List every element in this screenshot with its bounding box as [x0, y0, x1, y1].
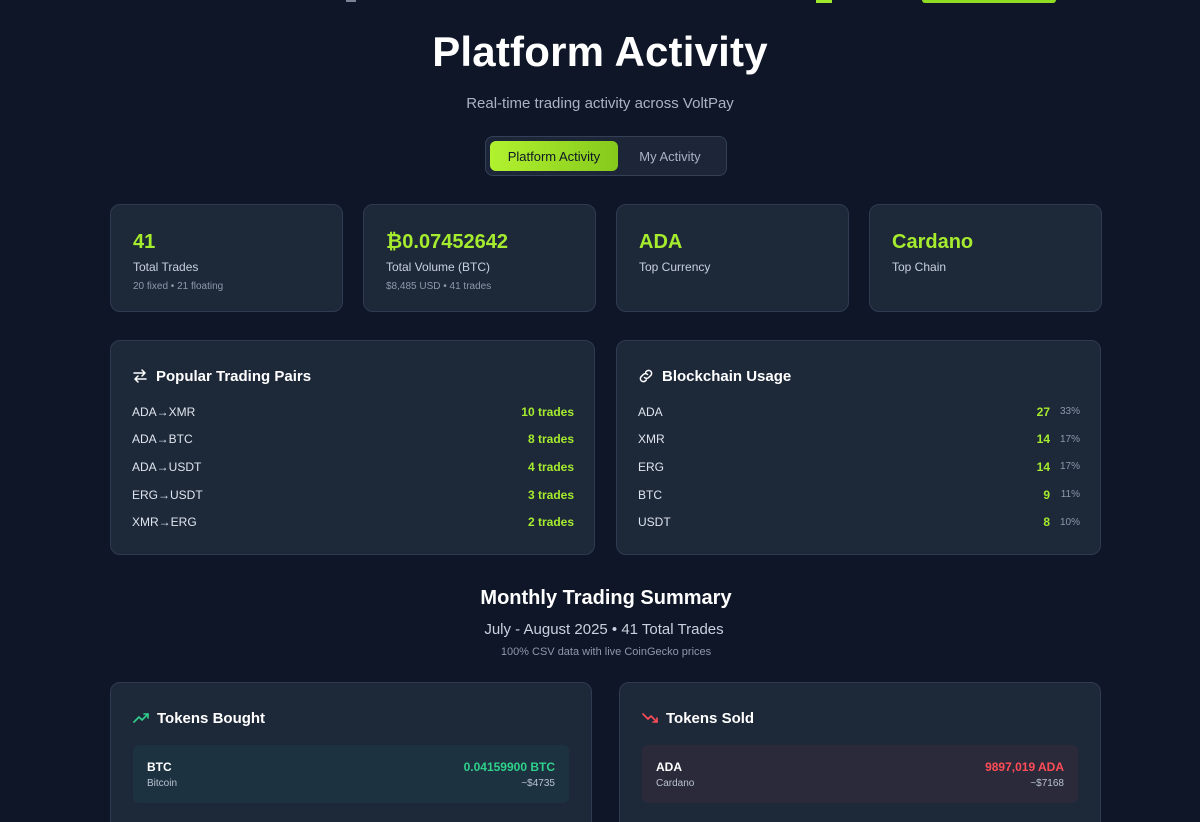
chain-percent: 11% — [1060, 489, 1080, 501]
token-usd: ~$4735 — [521, 777, 555, 789]
tokens-bought-panel: Tokens Bought BTC Bitcoin 0.04159900 BTC… — [110, 682, 592, 822]
stat-label: Total Volume (BTC) — [386, 260, 491, 274]
section-subtitle: July - August 2025 • 41 Total Trades — [484, 621, 724, 638]
list-item: XMR→ERG 2 trades — [132, 508, 574, 536]
stat-label: Top Chain — [892, 260, 947, 274]
pair-count: 4 trades — [527, 459, 574, 474]
list-item: USDT 8 10% — [638, 508, 1080, 536]
pair-count: 10 trades — [521, 404, 574, 419]
chain-label: BTC — [638, 487, 662, 502]
stat-card-total-trades: 41 Total Trades 20 fixed • 21 floating — [110, 204, 343, 312]
list-item: BTC 9 11% — [638, 481, 1080, 509]
blockchain-usage-panel: Blockchain Usage ADA 27 33% XMR 14 17% ERG 14… — [616, 340, 1101, 555]
list-item: ADA→XMR 10 trades — [132, 398, 574, 426]
swap-icon — [132, 368, 148, 384]
page-title: Platform Activity — [432, 28, 768, 75]
chain-count: 14 — [1036, 432, 1050, 447]
tab-my-activity[interactable]: My Activity — [618, 141, 722, 171]
tab-platform-activity[interactable]: Platform Activity — [490, 141, 618, 171]
stat-value: 41 — [133, 231, 156, 253]
section-title: Monthly Trading Summary — [480, 587, 732, 609]
token-usd: ~$7168 — [1030, 777, 1064, 789]
token-symbol: ADA — [656, 759, 682, 774]
stat-label: Total Trades — [133, 260, 199, 274]
stat-card-top-currency: ADA Top Currency — [616, 204, 849, 312]
chain-percent: 33% — [1059, 406, 1080, 418]
stat-sub: $8,485 USD • 41 trades — [386, 281, 492, 292]
tokens-sold-panel: Tokens Sold ADA Cardano 9897,019 ADA ~$7… — [619, 682, 1101, 822]
list-item: ERG→USDT 3 trades — [132, 481, 574, 509]
panel-title: Blockchain Usage — [662, 367, 792, 385]
chain-count: 8 — [1043, 515, 1050, 530]
pair-count: 3 trades — [527, 487, 574, 502]
list-item: ADA→USDT 4 trades — [132, 453, 574, 481]
stat-label: Top Currency — [639, 260, 711, 274]
chain-percent: 17% — [1059, 433, 1080, 445]
token-symbol: BTC — [147, 759, 172, 774]
chain-count: 27 — [1036, 404, 1050, 419]
stat-value: ₿0.07452642 — [386, 231, 508, 253]
panel-title: Popular Trading Pairs — [156, 367, 312, 385]
page-subtitle: Real-time trading activity across VoltPa… — [466, 95, 734, 112]
chain-percent: 17% — [1059, 461, 1080, 473]
stat-value: Cardano — [892, 231, 974, 253]
stat-card-total-volume: ₿0.07452642 Total Volume (BTC) $8,485 US… — [363, 204, 596, 312]
token-row: ADA Cardano 9897,019 ADA ~$7168 — [642, 745, 1078, 803]
list-item: ADA→BTC 8 trades — [132, 426, 574, 454]
chain-label: USDT — [638, 515, 671, 530]
stat-value: ADA — [639, 231, 683, 253]
list-item: XMR 14 17% — [638, 426, 1080, 454]
chain-count: 14 — [1036, 459, 1050, 474]
pair-count: 8 trades — [527, 432, 574, 447]
token-name: Bitcoin — [147, 777, 178, 789]
pair-label: ADA→XMR — [132, 404, 196, 419]
list-item: ADA 27 33% — [638, 398, 1080, 426]
pair-label: ERG→USDT — [132, 487, 203, 502]
chain-percent: 10% — [1059, 516, 1080, 528]
stat-card-top-chain: Cardano Top Chain — [869, 204, 1102, 312]
panel-title: Tokens Sold — [666, 709, 755, 727]
stat-sub: 20 fixed • 21 floating — [133, 281, 224, 292]
panel-title: Tokens Bought — [157, 709, 266, 727]
pair-label: ADA→BTC — [132, 432, 193, 447]
token-amount: 9897,019 ADA — [985, 759, 1064, 774]
trending-up-icon — [133, 710, 149, 726]
chain-label: ERG — [638, 459, 665, 474]
popular-trading-pairs-panel: Popular Trading Pairs ADA→XMR 10 trades A… — [110, 340, 595, 555]
token-name: Cardano — [656, 777, 695, 789]
list-item: ERG 14 17% — [638, 453, 1080, 481]
trending-down-icon — [642, 710, 658, 726]
nav-fragment — [346, 0, 356, 2]
token-row: BTC Bitcoin 0.04159900 BTC ~$4735 — [133, 745, 569, 803]
nav-button-fragment[interactable] — [922, 0, 1056, 3]
chain-count: 9 — [1043, 487, 1050, 502]
pair-label: XMR→ERG — [132, 515, 197, 530]
pair-count: 2 trades — [527, 515, 574, 530]
chain-label: ADA — [638, 404, 663, 419]
pair-label: ADA→USDT — [132, 459, 202, 474]
token-amount: 0.04159900 BTC — [463, 759, 555, 774]
nav-icon-fragment — [816, 0, 832, 3]
activity-toggle: Platform Activity My Activity — [485, 136, 727, 176]
link-icon — [638, 368, 654, 384]
section-note: 100% CSV data with live CoinGecko prices — [500, 646, 712, 658]
chain-label: XMR — [638, 432, 665, 447]
